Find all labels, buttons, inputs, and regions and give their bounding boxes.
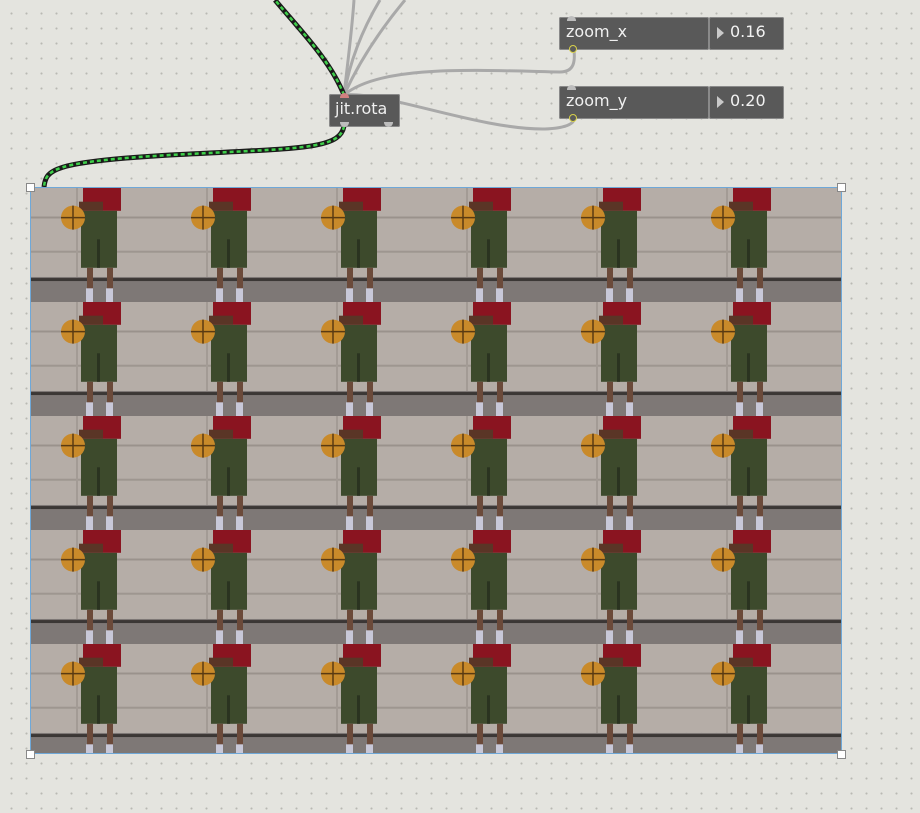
video-tile xyxy=(161,530,291,644)
video-tile xyxy=(681,188,811,302)
video-display[interactable] xyxy=(30,187,842,754)
video-tile xyxy=(291,302,421,416)
triangle-right-icon xyxy=(717,27,724,39)
video-tile xyxy=(31,302,161,416)
resize-handle-top-left[interactable] xyxy=(26,183,35,192)
video-tile xyxy=(681,302,811,416)
resize-handle-bottom-left[interactable] xyxy=(26,750,35,759)
inlet-port[interactable] xyxy=(567,85,576,90)
video-tile xyxy=(421,530,551,644)
zoom-y-message-box[interactable]: zoom_y xyxy=(559,85,709,122)
zoom-x-message-box[interactable]: zoom_x xyxy=(559,16,709,53)
video-tile xyxy=(551,302,681,416)
signal-cord[interactable] xyxy=(273,0,347,96)
video-tile xyxy=(421,416,551,530)
video-tile xyxy=(31,644,161,753)
patch-cord[interactable] xyxy=(343,49,576,97)
signal-cord[interactable] xyxy=(42,125,346,188)
video-tile xyxy=(161,302,291,416)
video-tile xyxy=(551,416,681,530)
video-tile xyxy=(421,644,551,753)
patch-cord[interactable] xyxy=(342,0,382,96)
outlet-port[interactable] xyxy=(384,122,393,127)
zoom-y-value[interactable]: 0.20 xyxy=(730,91,766,110)
video-tile xyxy=(421,302,551,416)
video-tile xyxy=(291,644,421,753)
zoom-y-number-box[interactable]: 0.20 xyxy=(709,86,784,119)
video-tile xyxy=(811,530,841,644)
jit-rota-label: jit.rota xyxy=(335,99,388,118)
jit-rota-object[interactable]: jit.rota xyxy=(329,93,400,127)
video-tile xyxy=(31,188,161,302)
outlet-port[interactable] xyxy=(569,114,577,122)
video-tile xyxy=(811,188,841,302)
video-tile xyxy=(551,530,681,644)
video-tile xyxy=(161,188,291,302)
video-tile xyxy=(291,530,421,644)
video-tile xyxy=(421,188,551,302)
outlet-port[interactable] xyxy=(569,45,577,53)
video-frame xyxy=(31,188,841,753)
patch-cord[interactable] xyxy=(342,0,356,96)
video-tile xyxy=(811,302,841,416)
signal-cord[interactable] xyxy=(41,125,347,188)
resize-handle-top-right[interactable] xyxy=(837,183,846,192)
video-tile xyxy=(681,644,811,753)
video-tile xyxy=(551,188,681,302)
video-tile xyxy=(161,644,291,753)
video-tile xyxy=(291,188,421,302)
zoom-y-label: zoom_y xyxy=(566,91,628,110)
triangle-right-icon xyxy=(717,96,724,108)
video-tile xyxy=(31,416,161,530)
video-tile xyxy=(681,530,811,644)
resize-handle-bottom-right[interactable] xyxy=(837,750,846,759)
video-tile xyxy=(681,416,811,530)
video-tile xyxy=(161,416,291,530)
patch-cord[interactable] xyxy=(342,0,407,96)
video-tile xyxy=(811,416,841,530)
zoom-x-label: zoom_x xyxy=(566,22,628,41)
outlet-port[interactable] xyxy=(340,122,349,127)
zoom-x-number-box[interactable]: 0.16 xyxy=(709,17,784,50)
signal-cord[interactable] xyxy=(274,0,346,96)
video-tile xyxy=(811,644,841,753)
video-tile xyxy=(551,644,681,753)
inlet-port[interactable] xyxy=(567,16,576,21)
video-tile xyxy=(31,530,161,644)
zoom-x-value[interactable]: 0.16 xyxy=(730,22,766,41)
video-tile xyxy=(291,416,421,530)
inlet-port[interactable] xyxy=(340,93,349,98)
